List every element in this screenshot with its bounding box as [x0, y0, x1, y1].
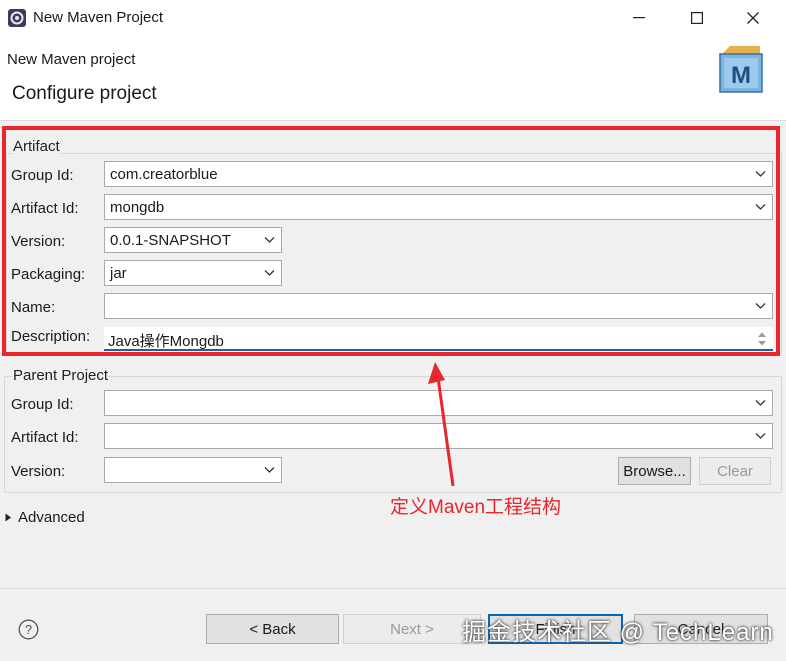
help-icon[interactable]: ? — [18, 619, 39, 640]
highlight-box — [2, 126, 780, 356]
maximize-icon — [691, 12, 703, 24]
watermark: 掘金技术社区 @ TechLearn — [462, 619, 774, 646]
close-icon — [747, 12, 759, 24]
svg-text:?: ? — [25, 622, 32, 637]
title-bar: New Maven Project — [0, 0, 786, 36]
footer-separator — [0, 588, 786, 589]
parent-group-id-label: Group Id: — [11, 396, 74, 413]
gear-icon — [8, 9, 26, 27]
parent-version-combo[interactable] — [104, 457, 282, 483]
page-title: Configure project — [12, 83, 157, 104]
parent-artifact-id-label: Artifact Id: — [11, 429, 79, 446]
maximize-button[interactable] — [674, 4, 720, 32]
back-button[interactable]: < Back — [206, 614, 339, 644]
minimize-button[interactable] — [616, 4, 662, 32]
svg-text:M: M — [731, 62, 751, 89]
browse-button[interactable]: Browse... — [618, 457, 691, 485]
chevron-right-icon — [5, 513, 11, 522]
maven-logo-icon: M — [719, 46, 763, 93]
annotation-label: 定义Maven工程结构 — [390, 497, 562, 518]
annotation-arrow-icon — [428, 362, 455, 487]
parent-project-group-title: Parent Project — [12, 367, 110, 384]
parent-version-label: Version: — [11, 463, 66, 480]
window-title: New Maven Project — [33, 9, 164, 26]
advanced-label: Advanced — [18, 509, 85, 526]
chevron-down-icon — [755, 433, 766, 439]
advanced-toggle[interactable]: Advanced — [5, 509, 85, 526]
minimize-icon — [633, 17, 645, 19]
chevron-down-icon — [264, 467, 275, 473]
clear-button[interactable]: Clear — [699, 457, 771, 485]
close-button[interactable] — [730, 4, 776, 32]
wizard-header: New Maven project Configure project M — [0, 36, 786, 121]
wizard-subtitle: New Maven project — [7, 51, 136, 68]
chevron-down-icon — [755, 400, 766, 406]
next-button[interactable]: Next > — [343, 614, 481, 644]
